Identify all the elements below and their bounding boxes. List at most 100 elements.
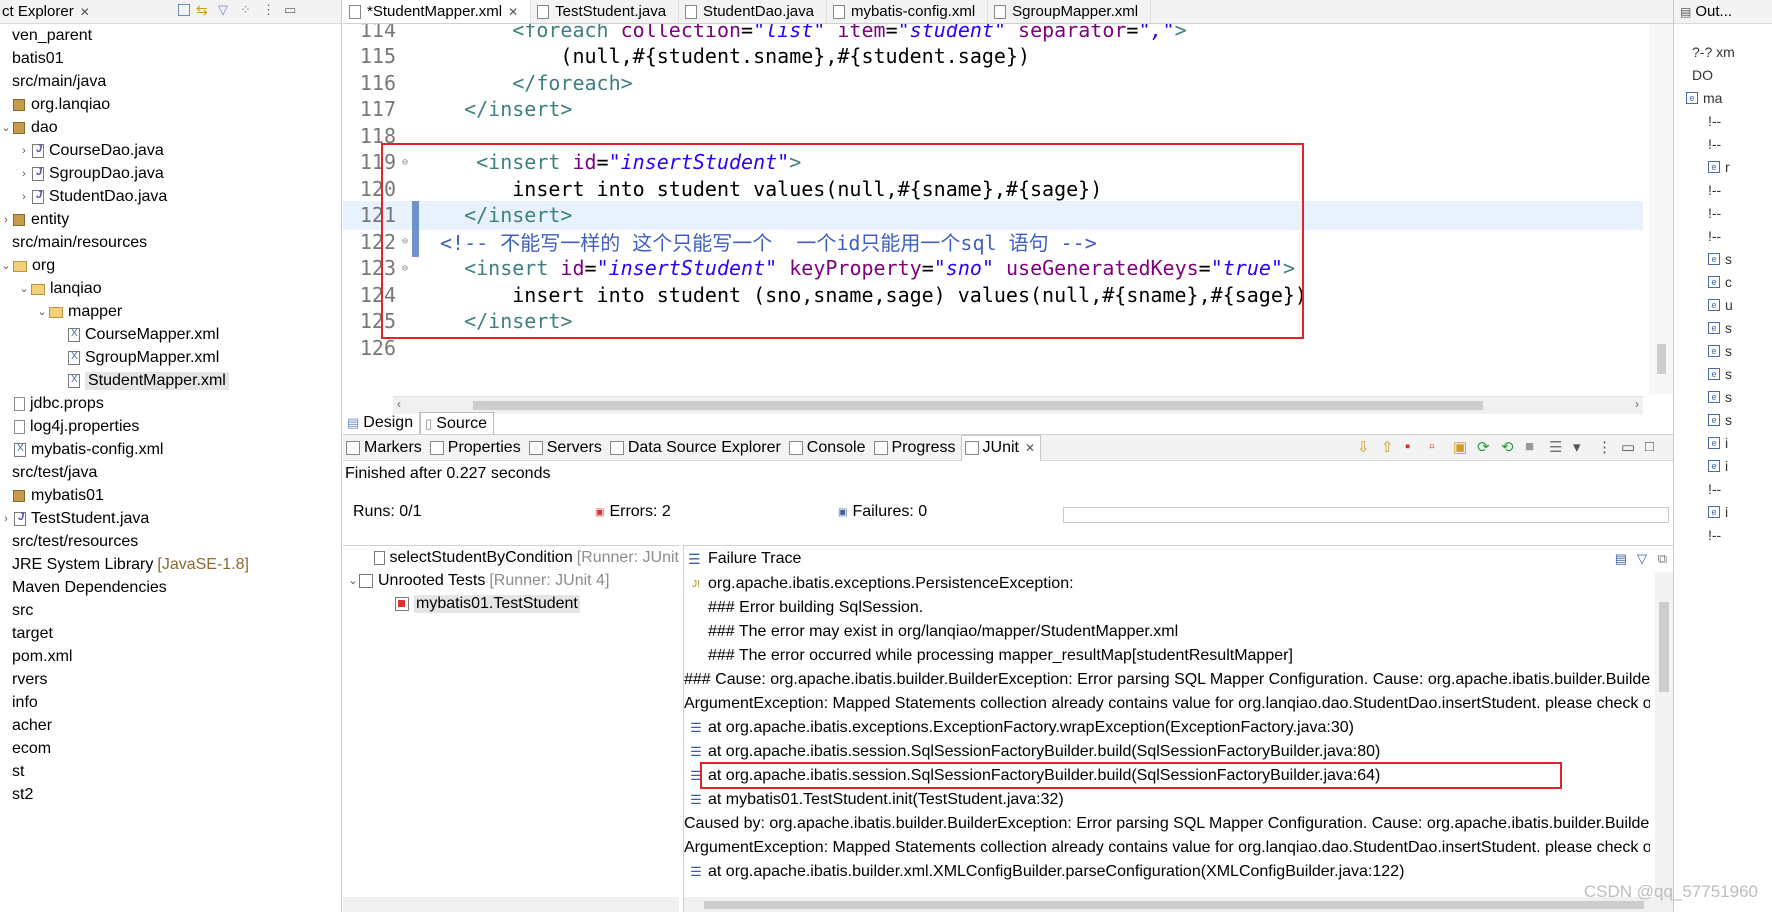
history-icon[interactable]: ☰ bbox=[1549, 438, 1565, 456]
tree-item[interactable]: batis01 bbox=[0, 47, 341, 70]
trace-line[interactable]: ArgumentException: Mapped Statements col… bbox=[684, 692, 1650, 716]
previous-failure-icon[interactable]: ⇧ bbox=[1381, 438, 1397, 456]
tree-item[interactable]: pom.xml bbox=[0, 645, 341, 668]
link-with-editor-icon[interactable]: ⇆ bbox=[196, 2, 212, 18]
show-skipped-icon[interactable]: ▫ bbox=[1429, 438, 1445, 455]
next-failure-icon[interactable]: ⇩ bbox=[1357, 438, 1373, 456]
filter-trace-icon[interactable]: ▽ bbox=[1637, 551, 1647, 567]
outline-item[interactable]: es bbox=[1674, 316, 1772, 339]
editor-vertical-scrollbar[interactable] bbox=[1649, 24, 1673, 394]
outline-item[interactable]: ec bbox=[1674, 270, 1772, 293]
tree-item[interactable]: Maven Dependencies bbox=[0, 576, 341, 599]
outline-item[interactable]: ?-? xm bbox=[1674, 40, 1772, 63]
test-tree-item[interactable]: selectStudentByCondition [Runner: JUnit bbox=[343, 546, 679, 569]
tree-item[interactable]: ecom bbox=[0, 737, 341, 760]
scroll-thumb[interactable] bbox=[473, 401, 1483, 410]
collapsed-arrow-icon[interactable]: › bbox=[18, 191, 30, 203]
scroll-lock-icon[interactable]: ▣ bbox=[1453, 438, 1469, 456]
outline-item[interactable]: !-- bbox=[1674, 224, 1772, 247]
view-tab[interactable]: Servers bbox=[526, 439, 607, 457]
collapsed-arrow-icon[interactable]: › bbox=[18, 168, 30, 180]
trace-line[interactable]: ArgumentException: Mapped Statements col… bbox=[684, 836, 1650, 860]
tree-item[interactable]: › SgroupDao.java bbox=[0, 162, 341, 185]
tree-item[interactable]: JRE System Library [JavaSE-1.8] bbox=[0, 553, 341, 576]
outline-item[interactable]: es bbox=[1674, 408, 1772, 431]
view-tab[interactable]: Data Source Explorer bbox=[607, 439, 786, 457]
scroll-left-icon[interactable]: ‹ bbox=[397, 397, 401, 411]
close-icon[interactable]: ✕ bbox=[1025, 441, 1035, 455]
editor-tab[interactable]: TestStudent.java bbox=[531, 0, 680, 23]
outline-item[interactable]: !-- bbox=[1674, 132, 1772, 155]
view-tab[interactable]: Markers bbox=[343, 439, 427, 457]
scroll-right-icon[interactable]: › bbox=[1635, 397, 1639, 411]
expanded-arrow-icon[interactable]: ⌄ bbox=[0, 259, 12, 272]
test-tree-item[interactable]: ⌄ Unrooted Tests [Runner: JUnit 4] bbox=[343, 569, 679, 592]
trace-line[interactable]: ☰ at org.apache.ibatis.exceptions.Excepti… bbox=[684, 716, 1650, 740]
close-icon[interactable]: ✕ bbox=[80, 5, 90, 19]
tab-design[interactable]: ▤ Design bbox=[343, 412, 421, 434]
trace-line[interactable]: Caused by: org.apache.ibatis.builder.Bui… bbox=[684, 812, 1650, 836]
outline-item[interactable]: !-- bbox=[1674, 477, 1772, 500]
trace-line[interactable]: ☰ at org.apache.ibatis.session.SqlSession… bbox=[684, 740, 1650, 764]
view-tab[interactable]: Progress bbox=[871, 439, 961, 457]
tree-item[interactable]: acher bbox=[0, 714, 341, 737]
test-tree-item[interactable]: mybatis01.TestStudent bbox=[343, 592, 679, 615]
outline-item[interactable]: es bbox=[1674, 385, 1772, 408]
tree-item[interactable]: SgroupMapper.xml bbox=[0, 346, 341, 369]
tree-item[interactable]: ⌄ mapper bbox=[0, 300, 341, 323]
tree-item[interactable]: org.lanqiao bbox=[0, 93, 341, 116]
trace-line[interactable]: ☰ at org.apache.ibatis.builder.xml.XMLCon… bbox=[684, 860, 1650, 884]
editor-tab[interactable]: SgroupMapper.xml bbox=[988, 0, 1152, 23]
trace-line[interactable]: ☰ at mybatis01.TestStudent.init(TestStude… bbox=[684, 788, 1650, 812]
outline-item[interactable]: er bbox=[1674, 155, 1772, 178]
trace-horizontal-scrollbar[interactable] bbox=[684, 897, 1674, 912]
collapsed-arrow-icon[interactable]: › bbox=[0, 214, 12, 226]
view-tab[interactable]: Properties bbox=[427, 439, 526, 457]
outline-item[interactable]: es bbox=[1674, 339, 1772, 362]
editor-horizontal-scrollbar[interactable]: ‹ › bbox=[393, 396, 1643, 414]
outline-item[interactable]: !-- bbox=[1674, 523, 1772, 546]
trace-line[interactable]: ### The error occurred while processing … bbox=[684, 644, 1650, 668]
view-tab[interactable]: Console bbox=[786, 439, 871, 457]
tree-item[interactable]: › CourseDao.java bbox=[0, 139, 341, 162]
minimize-icon[interactable]: ▭ bbox=[1621, 438, 1637, 456]
tree-item[interactable]: › TestStudent.java bbox=[0, 507, 341, 530]
rerun-icon[interactable]: ⟳ bbox=[1477, 438, 1493, 456]
trace-line[interactable]: ### Error building SqlSession. bbox=[684, 596, 1650, 620]
tree-item[interactable]: rvers bbox=[0, 668, 341, 691]
view-tab[interactable]: JUnit ✕ bbox=[960, 434, 1042, 461]
outline-item[interactable]: es bbox=[1674, 362, 1772, 385]
collapse-all-icon[interactable] bbox=[178, 4, 190, 16]
rerun-failed-icon[interactable]: ⟲ bbox=[1501, 438, 1517, 456]
outline-item[interactable]: !-- bbox=[1674, 178, 1772, 201]
trace-vertical-scrollbar[interactable] bbox=[1655, 572, 1673, 898]
tree-item[interactable]: target bbox=[0, 622, 341, 645]
view-menu-icon[interactable]: ⋮ bbox=[262, 2, 278, 18]
editor-tab[interactable]: *StudentMapper.xml ✕ bbox=[343, 0, 532, 23]
failure-trace-body[interactable]: J! org.apache.ibatis.exceptions.Persisten… bbox=[684, 572, 1650, 898]
tree-item[interactable]: log4j.properties bbox=[0, 415, 341, 438]
tree-item[interactable]: › StudentDao.java bbox=[0, 185, 341, 208]
trace-line[interactable]: ### The error may exist in org/lanqiao/m… bbox=[684, 620, 1650, 644]
editor-tab[interactable]: StudentDao.java bbox=[679, 0, 827, 23]
editor-tab[interactable]: mybatis-config.xml bbox=[827, 0, 989, 23]
tree-item[interactable]: › entity bbox=[0, 208, 341, 231]
expanded-arrow-icon[interactable]: ⌄ bbox=[18, 282, 30, 295]
trace-line[interactable]: ### Cause: org.apache.ibatis.builder.Bui… bbox=[684, 668, 1650, 692]
tree-item[interactable]: info bbox=[0, 691, 341, 714]
tree-item[interactable]: src/main/resources bbox=[0, 231, 341, 254]
test-tree-scrollbar[interactable] bbox=[343, 897, 679, 912]
tree-item[interactable]: src/main/java bbox=[0, 70, 341, 93]
tree-item[interactable]: StudentMapper.xml bbox=[0, 369, 341, 392]
tree-item[interactable]: mybatis01 bbox=[0, 484, 341, 507]
tree-item[interactable]: ⌄ org bbox=[0, 254, 341, 277]
collapsed-arrow-icon[interactable]: › bbox=[0, 513, 12, 525]
tab-source[interactable]: ▯ Source bbox=[420, 412, 494, 434]
trace-line[interactable]: J! org.apache.ibatis.exceptions.Persisten… bbox=[684, 572, 1650, 596]
outline-item[interactable]: !-- bbox=[1674, 109, 1772, 132]
outline-tab[interactable]: ▤ Out... bbox=[1674, 0, 1772, 24]
outline-item[interactable]: !-- bbox=[1674, 201, 1772, 224]
tree-item[interactable]: st bbox=[0, 760, 341, 783]
outline-item[interactable]: ei bbox=[1674, 454, 1772, 477]
tree-item[interactable]: st2 bbox=[0, 783, 341, 806]
